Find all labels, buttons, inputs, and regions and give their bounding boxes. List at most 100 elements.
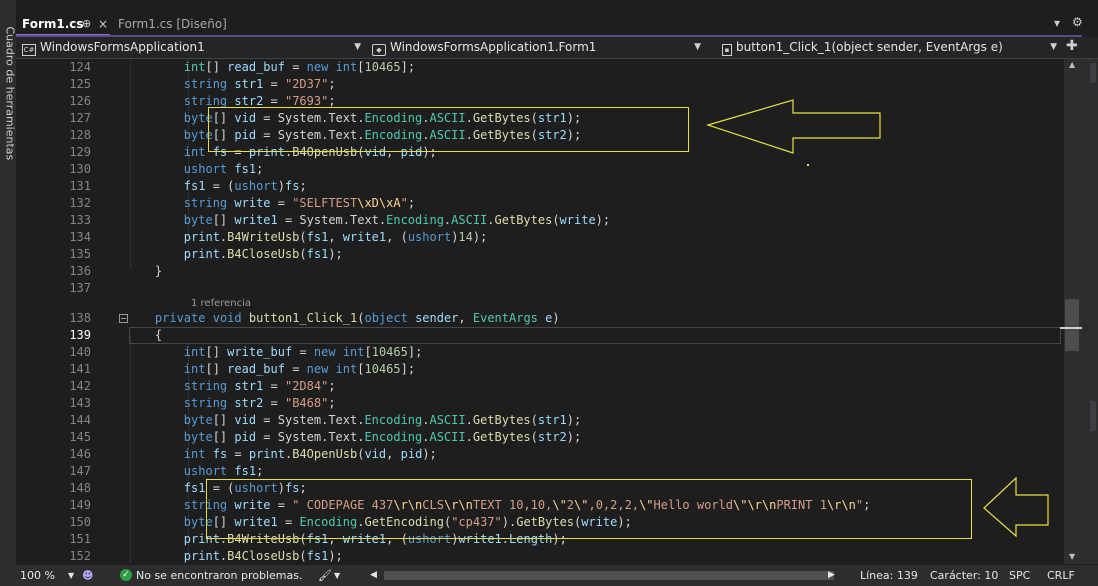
member-dropdown[interactable]: ▪ button1_Click_1(object sender, EventArg… [718,38,1060,56]
code-token: ASCII [429,413,466,427]
code-token: ; [328,396,336,410]
code-token: ; [328,379,336,393]
close-icon[interactable]: × [98,14,108,34]
code-token: write [559,213,596,227]
scroll-down-icon[interactable]: ▼ [1069,552,1075,561]
code-token: = System.Text. [256,413,365,427]
right-side-panel [1082,59,1098,564]
code-token: ; [407,196,416,210]
problems-status[interactable]: No se encontraron problemas. [136,565,302,586]
code-line[interactable]: string str1 = "2D84"; [126,378,336,395]
horizontal-scrollbar-thumb[interactable] [384,571,834,580]
tab-form1-design[interactable]: Form1.cs [Diseño] [112,14,233,34]
code-line[interactable]: byte[] pid = System.Text.Encoding.ASCII.… [126,429,581,446]
scroll-up-icon[interactable]: ▲ [1069,60,1075,69]
chevron-down-icon[interactable]: ▼ [68,565,74,586]
tab-form1-cs[interactable]: Form1.cs ⊕ × [16,14,110,36]
line-number: 135 [69,247,91,261]
line-number: 140 [69,345,91,359]
code-line[interactable]: byte[] vid = System.Text.Encoding.ASCII.… [126,412,581,429]
code-token: button1_Click_1 [248,311,358,325]
code-token: = [263,94,285,108]
code-token: str1 [234,379,264,393]
line-number: 125 [69,77,91,91]
code-line[interactable]: { [126,327,162,344]
copilot-icon[interactable]: ☻ [82,565,93,586]
annotation-box-top [208,107,689,152]
code-token: ushort [234,179,278,193]
line-number: 126 [69,94,91,108]
panel-tab[interactable] [1090,63,1096,83]
whitespace-mode[interactable]: SPC [1009,565,1030,586]
code-token: write1 [234,213,278,227]
code-token: fs1 [126,481,206,495]
panel-tab[interactable] [1090,401,1096,431]
project-dropdown[interactable]: C# WindowsFormsApplication1 ▼ [18,38,364,56]
code-token: = [270,196,293,210]
code-line[interactable]: string write = "SELFTEST\xD\xA"; [126,195,415,212]
code-token: Encoding [364,430,423,444]
scrollbar-thumb[interactable] [1065,299,1079,351]
column-indicator[interactable]: Carácter: 10 [930,565,998,586]
annotation-arrow-top [705,99,881,166]
line-number: 137 [69,281,91,295]
code-token: byte [126,515,213,529]
tab-dropdown-icon[interactable]: ▾ [1054,16,1060,30]
code-token: ); [328,549,343,563]
class-dropdown[interactable]: ◆ WindowsFormsApplication1.Form1 ▼ [368,38,704,56]
chevron-down-icon[interactable]: ▼ [334,565,340,586]
code-line[interactable]: print.B4CloseUsb(fs1); [126,246,343,263]
code-token: [] [212,430,235,444]
code-token: B4OpenUsb [292,447,358,461]
check-circle-icon: ✓ [120,569,132,581]
code-line[interactable]: ushort fs1; [126,463,264,480]
method-icon: ▪ [722,44,732,56]
code-token: "B468" [284,396,329,410]
code-token: pid [400,447,423,461]
chevron-down-icon: ▼ [694,42,701,52]
cleanup-brush-icon[interactable]: 🖌 [318,565,332,586]
code-token: "2D37" [284,77,329,91]
code-line[interactable]: print.B4CloseUsb(fs1); [126,548,343,564]
code-token: fs [284,179,300,193]
line-number: 144 [69,413,91,427]
code-line[interactable]: private void button1_Click_1(object send… [126,310,560,327]
code-line[interactable]: int[] read_buf = new int[10465]; [126,361,415,378]
code-line[interactable]: byte[] write1 = System.Text.Encoding.ASC… [126,212,610,229]
code-line[interactable]: int[] write_buf = new int[10465]; [126,344,423,361]
pin-icon[interactable]: ⊕ [82,14,91,34]
scroll-left-icon[interactable]: ◀ [370,565,377,586]
code-token: ; [328,77,336,91]
code-token: byte [126,413,213,427]
code-token: fs1 [234,162,257,176]
code-token: read_buf [227,60,285,74]
line-ending-mode[interactable]: CRLF [1047,565,1075,586]
code-line[interactable]: string str2 = "B468"; [126,395,336,412]
scroll-right-icon[interactable]: ▶ [828,565,835,586]
code-line[interactable]: ushort fs1; [126,161,264,178]
code-token: ( [552,213,560,227]
code-token: ); [472,230,488,244]
code-line[interactable]: } [126,263,162,280]
code-token: ); [422,447,437,461]
code-token: ; [299,179,307,193]
codelens-reference-hint[interactable]: 1 referencia [191,298,251,309]
code-line[interactable]: print.B4WriteUsb(fs1, write1, (ushort)14… [126,229,488,246]
code-line[interactable]: int fs = print.B4OpenUsb(vid, pid); [126,446,437,463]
code-line[interactable]: string str1 = "2D37"; [126,76,336,93]
split-editor-icon[interactable]: ✚ [1066,38,1078,54]
zoom-level[interactable]: 100 % [20,565,55,586]
toolbox-strip[interactable]: Cuadro de herramientas [0,0,17,586]
code-line[interactable]: int[] read_buf = new int[10465]; [126,59,415,76]
line-number: 138 [69,311,91,325]
code-token: string [126,77,228,91]
code-token: 10465 [364,60,401,74]
toolbox-label[interactable]: Cuadro de herramientas [4,27,17,161]
line-number-indicator[interactable]: Línea: 139 [860,565,918,586]
gear-icon[interactable]: ⚙ [1072,15,1083,29]
line-number: 127 [69,111,91,125]
code-line[interactable]: fs1 = (ushort)fs; [126,178,307,195]
code-token: = [263,396,285,410]
code-token: "7693" [284,94,329,108]
